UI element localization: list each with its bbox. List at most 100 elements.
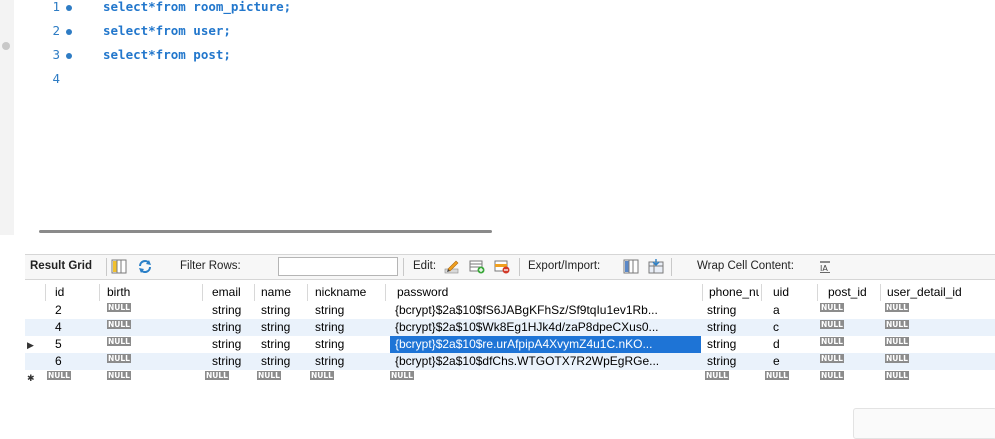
cell-password[interactable]: {bcrypt}$2a$10$Wk8Eg1HJk4d/zaP8dpeCXus0.… (390, 319, 701, 336)
cell-birth[interactable]: NULL (107, 370, 131, 387)
import-icon[interactable] (648, 259, 664, 274)
cell-user-detail-id[interactable]: NULL (885, 370, 909, 387)
null-badge: NULL (885, 320, 909, 329)
edit-pencil-icon[interactable] (444, 259, 460, 274)
sql-editor[interactable]: 1 select*from room_picture; 2 select*fro… (14, 0, 995, 215)
new-row[interactable]: ✱ NULL NULL NULL NULL NULL NULL NULL NUL… (25, 370, 995, 387)
column-header[interactable]: post_id (828, 284, 867, 301)
grid-view-icon[interactable] (111, 259, 127, 274)
null-badge: NULL (885, 337, 909, 346)
cell-name[interactable]: NULL (257, 370, 281, 387)
cell-birth[interactable]: NULL (107, 302, 131, 319)
cell-post-id[interactable]: NULL (820, 336, 844, 353)
cell-email[interactable]: string (212, 336, 241, 353)
cell-id[interactable]: 5 (55, 336, 62, 353)
cell-email[interactable]: NULL (205, 370, 229, 387)
column-divider (385, 284, 386, 301)
column-header[interactable]: nickname (315, 284, 366, 301)
delete-row-icon[interactable] (494, 259, 510, 274)
cell-nickname[interactable]: string (315, 319, 344, 336)
cell-post-id[interactable]: NULL (820, 319, 844, 336)
cell-birth[interactable]: NULL (107, 353, 131, 370)
export-icon[interactable] (623, 259, 639, 274)
line-number: 4 (52, 71, 60, 86)
editor-line[interactable]: 4 (14, 68, 994, 90)
scrollbar-thumb[interactable] (39, 230, 492, 233)
cell-uid[interactable]: c (773, 319, 779, 336)
cell-password[interactable]: {bcrypt}$2a$10$dfChs.WTGOTX7R2WpEgRGe... (390, 353, 701, 370)
column-header[interactable]: email (212, 284, 241, 301)
editor-left-gutter (0, 0, 15, 235)
cell-password[interactable]: NULL (390, 370, 414, 387)
column-header[interactable]: id (55, 284, 64, 301)
cell-nickname[interactable]: string (315, 336, 344, 353)
column-header[interactable]: name (261, 284, 291, 301)
cell-id[interactable]: 4 (55, 319, 62, 336)
cell-name[interactable]: string (261, 353, 290, 370)
editor-line[interactable]: 1 select*from room_picture; (14, 0, 994, 18)
column-header[interactable]: password (397, 284, 448, 301)
cell-phone[interactable]: NULL (705, 370, 729, 387)
cell-phone[interactable]: string (707, 336, 736, 353)
table-row[interactable]: 4 NULL string string string {bcrypt}$2a$… (25, 319, 995, 336)
column-header[interactable]: uid (773, 284, 789, 301)
cell-uid[interactable]: e (773, 353, 780, 370)
column-header[interactable]: phone_nu (709, 284, 759, 301)
cell-uid[interactable]: NULL (765, 370, 789, 387)
cell-user-detail-id[interactable]: NULL (885, 319, 909, 336)
filter-rows-input[interactable] (278, 257, 398, 276)
cell-name[interactable]: string (261, 336, 290, 353)
code-text[interactable]: select*from user; (103, 23, 231, 38)
cell-password-selected[interactable]: {bcrypt}$2a$10$re.urAfpipA4XvymZ4u1C.nKO… (390, 336, 701, 353)
add-row-icon[interactable] (469, 259, 485, 274)
cell-email[interactable]: string (212, 353, 241, 370)
grid-header-row: id birth email name nickname password ph… (25, 284, 995, 301)
editor-line[interactable]: 3 select*from post; (14, 44, 994, 66)
toolbar-divider (519, 258, 520, 276)
cell-user-detail-id[interactable]: NULL (885, 302, 909, 319)
cell-user-detail-id[interactable]: NULL (885, 336, 909, 353)
cell-phone[interactable]: string (707, 302, 736, 319)
cell-birth[interactable]: NULL (107, 336, 131, 353)
null-badge: NULL (107, 320, 131, 329)
cell-email[interactable]: string (212, 319, 241, 336)
refresh-icon[interactable] (137, 259, 153, 274)
toolbar-divider (671, 258, 672, 276)
null-badge: NULL (820, 354, 844, 363)
cell-post-id[interactable]: NULL (820, 353, 844, 370)
cell-phone[interactable]: string (707, 353, 736, 370)
horizontal-scrollbar[interactable] (14, 215, 995, 243)
column-header[interactable]: birth (107, 284, 130, 301)
column-header[interactable]: user_detail_id (887, 284, 962, 301)
cell-uid[interactable]: d (773, 336, 780, 353)
result-grid-tab[interactable]: Result Grid (30, 260, 92, 272)
cell-birth[interactable]: NULL (107, 319, 131, 336)
cell-name[interactable]: string (261, 319, 290, 336)
cell-nickname[interactable]: string (315, 353, 344, 370)
code-text[interactable]: select*from room_picture; (103, 0, 291, 14)
cell-user-detail-id[interactable]: NULL (885, 353, 909, 370)
cell-post-id[interactable]: NULL (820, 370, 844, 387)
wrap-text-icon[interactable]: IA (817, 259, 833, 274)
column-divider (702, 284, 703, 301)
cell-email[interactable]: string (212, 302, 241, 319)
cell-phone[interactable]: string (707, 319, 736, 336)
cell-nickname[interactable]: NULL (310, 370, 334, 387)
line-number: 1 (52, 0, 60, 14)
table-row[interactable]: 2 NULL string string string {bcrypt}$2a$… (25, 302, 995, 319)
editor-line[interactable]: 2 select*from user; (14, 20, 994, 42)
breakpoint-marker (2, 42, 10, 50)
cell-password[interactable]: {bcrypt}$2a$10$fS6JABgKFhSz/Sf9tqIu1ev1R… (390, 302, 701, 319)
table-row[interactable]: ▶ 5 NULL string string string {bcrypt}$2… (25, 336, 995, 353)
cell-id[interactable]: 6 (55, 353, 62, 370)
cell-name[interactable]: string (261, 302, 290, 319)
cell-post-id[interactable]: NULL (820, 302, 844, 319)
cell-uid[interactable]: a (773, 302, 780, 319)
column-divider (817, 284, 818, 301)
cell-id[interactable]: NULL (47, 370, 71, 387)
code-text[interactable]: select*from post; (103, 47, 231, 62)
cell-nickname[interactable]: string (315, 302, 344, 319)
null-badge: NULL (107, 337, 131, 346)
cell-id[interactable]: 2 (55, 302, 62, 319)
table-row[interactable]: 6 NULL string string string {bcrypt}$2a$… (25, 353, 995, 370)
